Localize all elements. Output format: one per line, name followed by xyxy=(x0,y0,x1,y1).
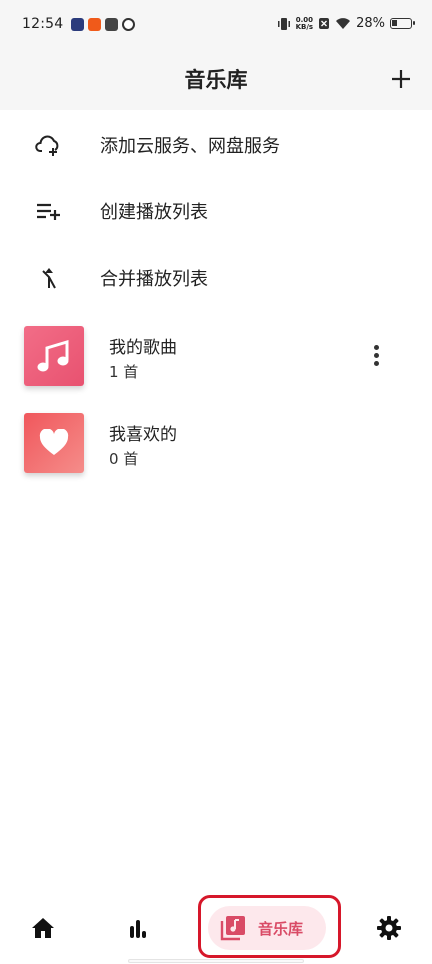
nav-home[interactable] xyxy=(29,914,57,942)
playlist-add-icon xyxy=(35,197,63,225)
playlist-item-liked[interactable]: 我喜欢的 0 首 xyxy=(0,403,432,483)
create-playlist-label: 创建播放列表 xyxy=(100,202,208,223)
network-speed: 0.00 KB/s xyxy=(295,16,314,31)
vibrate-icon xyxy=(277,17,290,30)
net-speed-unit: KB/s xyxy=(295,22,314,31)
playlist-item-my-songs[interactable]: 我的歌曲 1 首 xyxy=(0,316,432,396)
playlist-count: 1 首 xyxy=(109,363,139,381)
heart-icon xyxy=(39,429,69,455)
merge-playlist-row[interactable]: 合并播放列表 xyxy=(0,245,432,311)
more-dot xyxy=(373,360,379,366)
status-time: 12:54 xyxy=(22,16,64,32)
plus-icon xyxy=(392,70,410,88)
stats-icon xyxy=(130,920,146,938)
cloud-add-icon xyxy=(35,131,63,159)
more-dot xyxy=(373,344,379,350)
playlist-count: 0 首 xyxy=(109,450,139,468)
battery-icon xyxy=(390,18,415,29)
settings-icon xyxy=(377,916,401,940)
app-notification-icon xyxy=(122,18,135,31)
system-icons: 0.00 KB/s 28% xyxy=(277,16,415,31)
no-sim-icon xyxy=(319,18,330,29)
playlist-name: 我的歌曲 xyxy=(109,338,177,358)
app-notification-icon xyxy=(71,18,84,31)
page-title: 音乐库 xyxy=(184,68,248,92)
home-icon xyxy=(32,918,54,938)
app-notification-icon xyxy=(88,18,101,31)
more-options-button[interactable] xyxy=(366,340,386,370)
status-bar: 12:54 0.00 KB/s 28% xyxy=(0,0,432,52)
highlight-annotation xyxy=(198,895,341,958)
app-notification-icon xyxy=(105,18,118,31)
notification-icons xyxy=(71,18,135,31)
add-cloud-service-row[interactable]: 添加云服务、网盘服务 xyxy=(0,112,432,178)
more-dot xyxy=(373,352,379,358)
playlist-name: 我喜欢的 xyxy=(109,425,177,445)
add-button[interactable] xyxy=(384,62,418,96)
create-playlist-row[interactable]: 创建播放列表 xyxy=(0,178,432,244)
app-bar: 音乐库 xyxy=(0,52,432,110)
battery-percent: 28% xyxy=(356,16,385,31)
home-indicator xyxy=(128,959,304,963)
merge-icon xyxy=(35,264,63,292)
playlist-cover xyxy=(24,326,84,386)
add-cloud-service-label: 添加云服务、网盘服务 xyxy=(100,136,280,157)
nav-stats[interactable] xyxy=(124,914,152,942)
wifi-icon xyxy=(336,18,351,29)
playlist-cover xyxy=(24,413,84,473)
music-note-icon xyxy=(37,339,69,372)
merge-playlist-label: 合并播放列表 xyxy=(100,269,208,290)
nav-settings[interactable] xyxy=(375,914,403,942)
